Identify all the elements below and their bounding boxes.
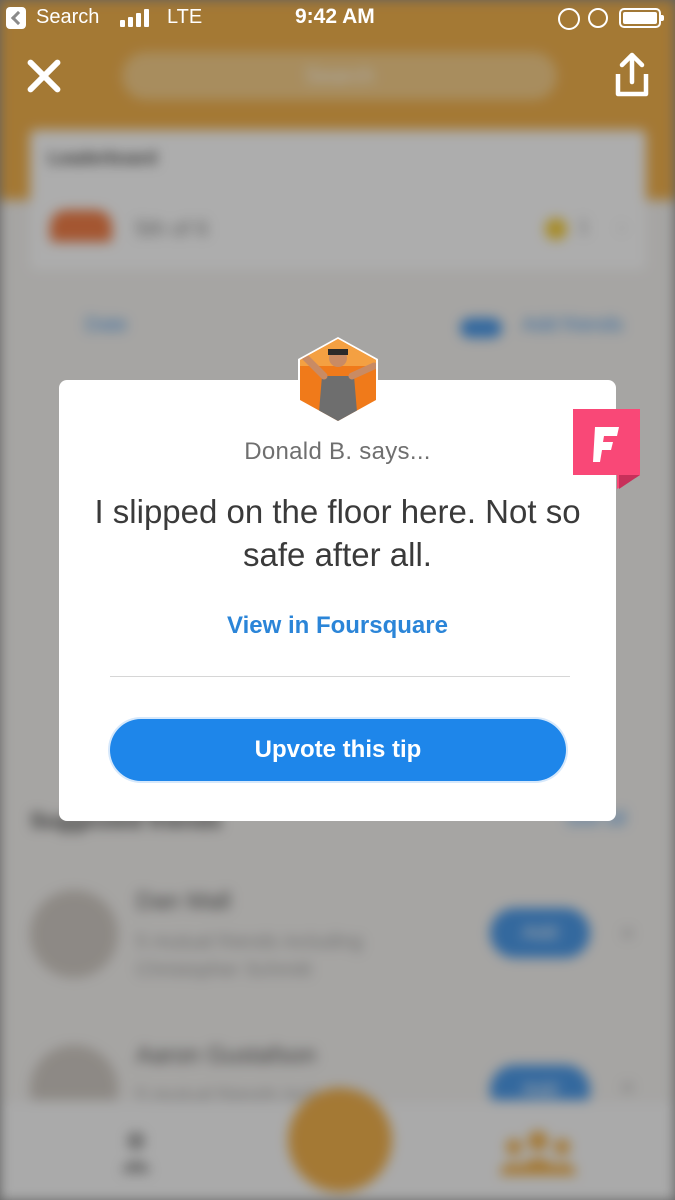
- close-icon[interactable]: [24, 56, 64, 96]
- divider: [110, 676, 570, 677]
- status-bar: Search LTE 9:42 AM: [0, 0, 675, 38]
- back-to-app-label[interactable]: Search: [36, 6, 99, 29]
- carrier-label: LTE: [167, 6, 203, 28]
- rotation-lock-icon: [558, 8, 580, 30]
- author-avatar[interactable]: [294, 336, 382, 424]
- share-icon[interactable]: [610, 52, 654, 98]
- back-arrow-icon[interactable]: [6, 7, 26, 29]
- view-in-foursquare-link[interactable]: View in Foursquare: [59, 612, 616, 640]
- battery-icon: [619, 8, 664, 28]
- tip-author: Donald B. says...: [244, 438, 431, 465]
- upvote-tip-button[interactable]: Upvote this tip: [110, 719, 566, 781]
- clock: 9:42 AM: [295, 5, 375, 28]
- alarm-icon: [588, 8, 608, 28]
- signal-icon: [120, 9, 152, 27]
- tip-text: I slipped on the floor here. Not so safe…: [94, 493, 581, 573]
